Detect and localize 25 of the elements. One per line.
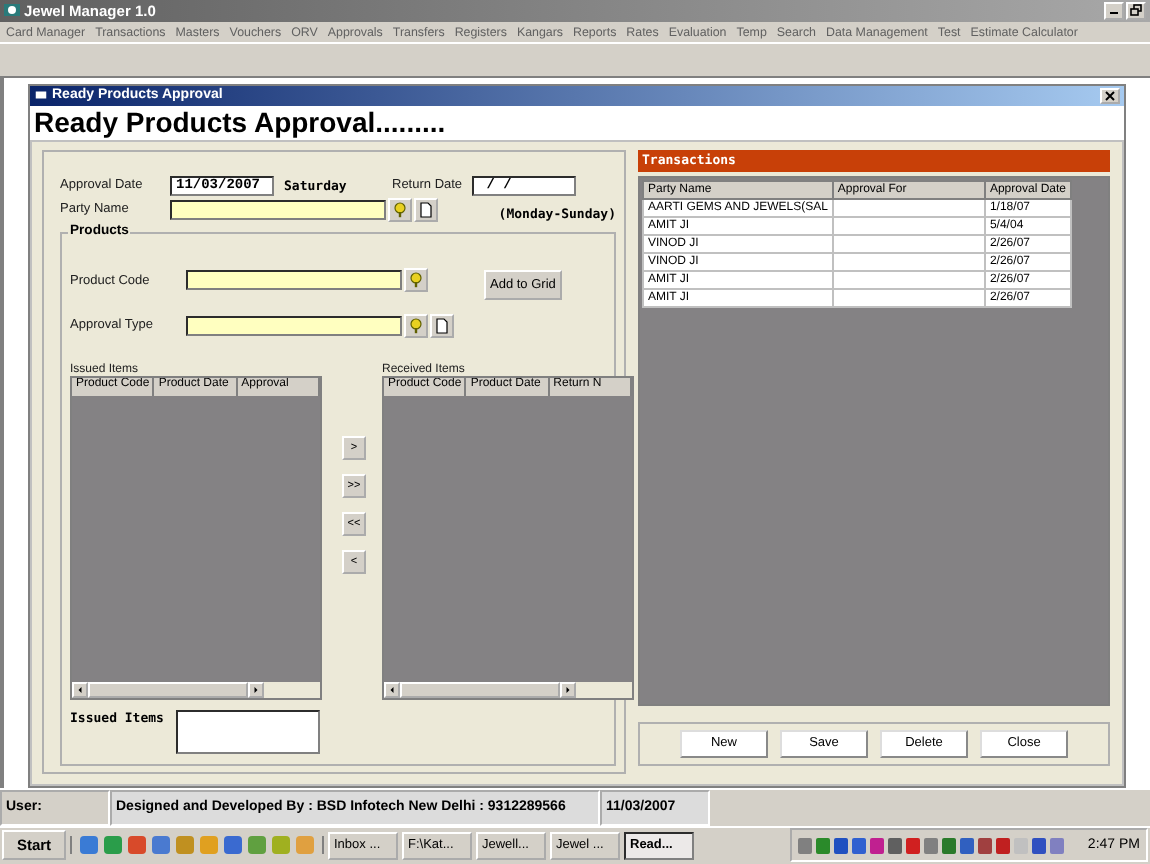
product-code-field[interactable]: [186, 270, 402, 291]
scroll-thumb[interactable]: [400, 681, 560, 698]
restore-icon: [1130, 4, 1142, 17]
restore-button[interactable]: [1126, 1, 1146, 20]
close-button[interactable]: [1100, 87, 1120, 104]
form-heading: Ready Products Approval.........: [30, 105, 1124, 140]
minimize-button[interactable]: [1104, 1, 1124, 20]
issued-items-field[interactable]: [176, 709, 320, 754]
scroll-thumb[interactable]: [88, 681, 248, 698]
scroll-right-icon[interactable]: [560, 681, 576, 698]
horizontal-scrollbar[interactable]: [384, 681, 632, 698]
new-document-button[interactable]: [430, 313, 454, 338]
horizontal-scrollbar[interactable]: [72, 681, 320, 698]
app-icon: [4, 2, 20, 19]
party-name-field[interactable]: [170, 199, 386, 220]
new-document-button[interactable]: [414, 197, 438, 222]
scroll-right-icon[interactable]: [248, 681, 264, 698]
approval-type-field[interactable]: [186, 315, 402, 336]
window-icon: [34, 88, 48, 103]
scroll-left-icon[interactable]: [384, 681, 400, 698]
lookup-button[interactable]: [404, 313, 428, 338]
lookup-button[interactable]: [404, 268, 428, 293]
lookup-button[interactable]: [388, 197, 412, 222]
close-icon: [1104, 89, 1116, 102]
scroll-left-icon[interactable]: [72, 681, 88, 698]
